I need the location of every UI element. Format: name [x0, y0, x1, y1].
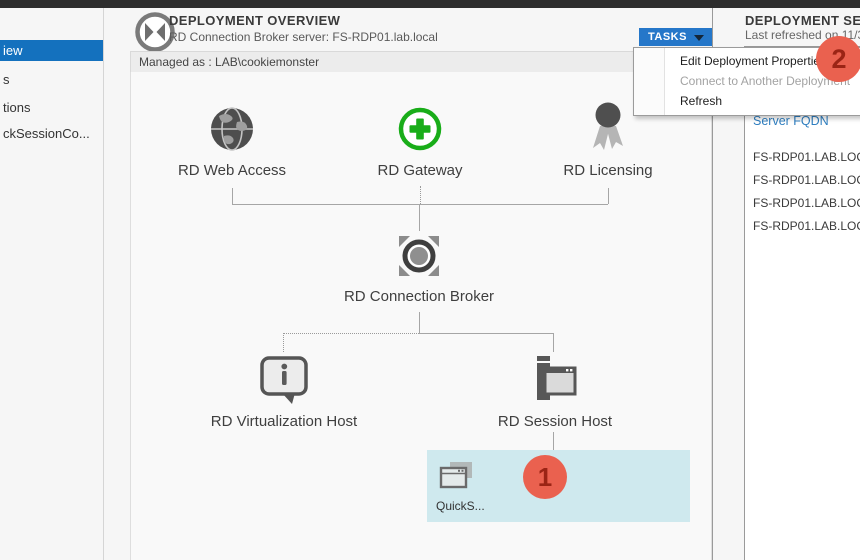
- menu-item-refresh[interactable]: Refresh: [680, 94, 722, 114]
- connector-line: [608, 188, 609, 204]
- rd-licensing-label: RD Licensing: [563, 162, 652, 179]
- award-ribbon-icon: [588, 102, 628, 154]
- connector-line: [419, 333, 553, 334]
- collection-tile-label: QuickS...: [436, 499, 485, 513]
- session-collection-icon: [439, 459, 479, 499]
- connector-line: [283, 333, 284, 352]
- server-manager-window: iew s tions ckSessionCo... DEPLOYMENT OV…: [0, 0, 860, 560]
- connector-line: [283, 333, 419, 334]
- rd-virtualization-host-label: RD Virtualization Host: [211, 413, 357, 430]
- sidebar: iew s tions ckSessionCo...: [0, 8, 104, 560]
- connector-line: [420, 186, 421, 204]
- connector-line: [553, 333, 554, 352]
- menu-icon-gutter: [634, 48, 665, 115]
- server-window-icon: [529, 354, 579, 408]
- managed-as-bar: Managed as : LAB\cookiemonster: [130, 51, 712, 73]
- window-top-bar: [0, 0, 860, 8]
- deployment-servers-title: DEPLOYMENT SERVERS: [745, 13, 860, 28]
- connector-line: [232, 188, 233, 204]
- tasks-button[interactable]: TASKS: [639, 28, 712, 46]
- rd-gateway-label: RD Gateway: [377, 162, 462, 179]
- sidebar-item-label: iew: [3, 43, 23, 58]
- connector-line: [232, 204, 608, 205]
- broker-server-subtitle: RD Connection Broker server: FS-RDP01.la…: [169, 30, 438, 44]
- connector-line: [419, 312, 420, 333]
- sidebar-item-quicksessioncollection[interactable]: ckSessionCo...: [3, 126, 90, 141]
- server-row[interactable]: FS-RDP01.LAB.LOCAL: [753, 150, 860, 164]
- rd-web-access-node[interactable]: [209, 106, 255, 157]
- menu-item-edit-deployment-properties[interactable]: Edit Deployment Properties: [680, 54, 826, 74]
- rd-connection-broker-label: RD Connection Broker: [344, 288, 494, 305]
- rd-session-host-node[interactable]: [529, 354, 579, 413]
- broker-arrows-icon: [394, 231, 444, 281]
- connector-line: [419, 204, 420, 231]
- rd-session-host-label: RD Session Host: [498, 413, 612, 430]
- globe-icon: [209, 106, 255, 152]
- page-title: DEPLOYMENT OVERVIEW: [169, 13, 340, 28]
- rd-connection-broker-node[interactable]: [394, 231, 444, 286]
- tasks-button-label: TASKS: [648, 31, 687, 43]
- server-row[interactable]: FS-RDP01.LAB.LOCAL: [753, 196, 860, 210]
- info-bubble-icon: [258, 354, 310, 406]
- sidebar-item-collections[interactable]: tions: [3, 100, 30, 115]
- green-plus-icon: [398, 107, 442, 151]
- annotation-badge-2: 2: [816, 36, 860, 82]
- annotation-badge-1: 1: [523, 455, 567, 499]
- server-row[interactable]: FS-RDP01.LAB.LOCAL: [753, 173, 860, 187]
- server-fqdn-column-header[interactable]: Server FQDN: [753, 114, 860, 128]
- managed-as-label: Managed as : LAB\cookiemonster: [139, 55, 319, 69]
- sidebar-item-overview[interactable]: iew: [0, 40, 103, 61]
- rd-web-access-label: RD Web Access: [178, 162, 286, 179]
- rd-licensing-node[interactable]: [588, 102, 628, 159]
- sidebar-item-servers[interactable]: s: [3, 72, 10, 87]
- rd-virtualization-host-node[interactable]: [258, 354, 310, 411]
- connector-line: [553, 432, 554, 450]
- chevron-down-icon: [694, 35, 704, 41]
- rd-gateway-node[interactable]: [398, 107, 442, 156]
- server-row[interactable]: FS-RDP01.LAB.LOCAL: [753, 219, 860, 233]
